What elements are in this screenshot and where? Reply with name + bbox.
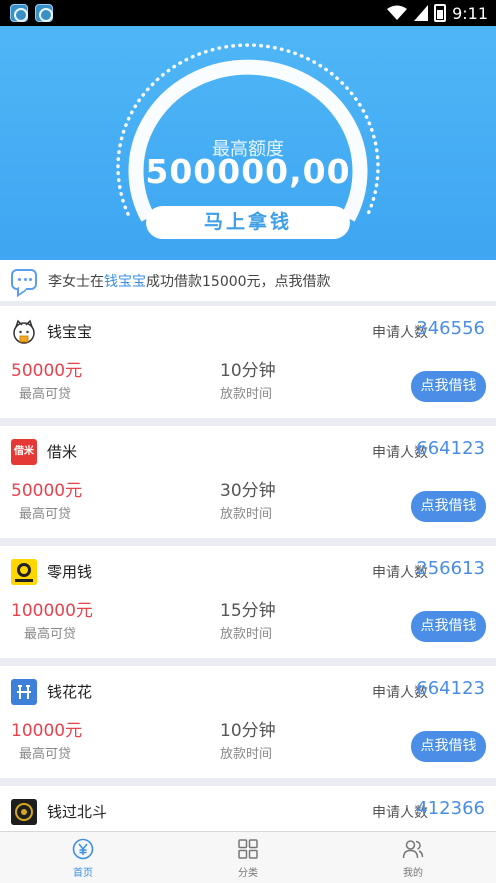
bottom-tab-bar: 首页 分类 我的 xyxy=(0,831,496,883)
borrow-button[interactable]: 点我借钱 xyxy=(411,491,486,522)
notice-highlight: 钱宝宝 xyxy=(104,274,146,290)
cat-logo-icon xyxy=(11,319,37,345)
apply-count: 346556 xyxy=(416,318,485,339)
apply-count: 256613 xyxy=(416,558,485,579)
payout-time: 30分钟 xyxy=(220,481,276,501)
hero-banner: 最高额度 500000,00 马上拿钱 xyxy=(0,26,496,260)
qianhuahua-logo-icon xyxy=(11,679,37,705)
product-card[interactable]: 钱过北斗 申请人数 412366 xyxy=(0,786,496,831)
wifi-icon xyxy=(387,5,408,20)
max-loan-amount: 50000元 xyxy=(11,481,83,501)
product-card[interactable]: 钱宝宝 申请人数 346556 50000元 最高可贷 10分钟 放款时间 点我… xyxy=(0,306,496,418)
signal-icon xyxy=(414,5,429,21)
apply-count: 412366 xyxy=(416,798,485,819)
borrow-button[interactable]: 点我借钱 xyxy=(411,611,486,642)
app-icon xyxy=(35,4,53,22)
notice-bar[interactable]: 李女士在钱宝宝成功借款15000元，点我借款 xyxy=(0,260,496,301)
product-name: 零用钱 xyxy=(47,563,93,581)
product-name: 钱花花 xyxy=(47,683,93,701)
notice-text: 李女士在钱宝宝成功借款15000元，点我借款 xyxy=(48,274,331,290)
chat-bubble-icon xyxy=(11,269,37,290)
users-icon xyxy=(402,840,424,859)
tab-label: 我的 xyxy=(403,868,423,879)
grid-icon xyxy=(238,839,258,859)
beidou-logo-icon xyxy=(11,799,37,825)
tab-mine[interactable]: 我的 xyxy=(330,832,496,883)
apply-count: 664123 xyxy=(416,678,485,699)
tab-category[interactable]: 分类 xyxy=(165,832,331,883)
status-bar: 9:11 xyxy=(0,0,496,26)
payout-time-label: 放款时间 xyxy=(220,747,273,762)
borrow-button[interactable]: 点我借钱 xyxy=(411,371,486,402)
app-icon xyxy=(10,4,28,22)
borrow-button[interactable]: 点我借钱 xyxy=(411,731,486,762)
max-loan-label: 最高可贷 xyxy=(18,747,71,762)
max-loan-amount: 50000元 xyxy=(11,361,83,381)
payout-time-label: 放款时间 xyxy=(220,387,273,402)
payout-time-label: 放款时间 xyxy=(220,627,273,642)
product-card[interactable]: 零用钱 申请人数 256613 100000元 最高可贷 15分钟 放款时间 点… xyxy=(0,546,496,658)
product-card[interactable]: 钱花花 申请人数 664123 10000元 最高可贷 10分钟 放款时间 点我… xyxy=(0,666,496,778)
payout-time-label: 放款时间 xyxy=(220,507,273,522)
get-money-button[interactable]: 马上拿钱 xyxy=(146,206,350,239)
tab-label: 首页 xyxy=(73,868,93,879)
payout-time: 10分钟 xyxy=(220,721,276,741)
max-loan-label: 最高可贷 xyxy=(18,507,71,522)
lingyongqian-logo-icon xyxy=(11,559,37,585)
status-time: 9:11 xyxy=(452,3,488,23)
payout-time: 10分钟 xyxy=(220,361,276,381)
product-name: 借米 xyxy=(47,443,78,461)
jiemi-logo-icon: 借米 xyxy=(11,439,37,465)
max-loan-amount: 100000元 xyxy=(11,601,93,621)
product-card[interactable]: 借米 借米 申请人数 664123 50000元 最高可贷 30分钟 放款时间 … xyxy=(0,426,496,538)
payout-time: 15分钟 xyxy=(220,601,276,621)
yuan-circle-icon xyxy=(72,838,94,860)
max-loan-label: 最高可贷 xyxy=(23,627,76,642)
battery-icon xyxy=(434,4,447,22)
tab-home[interactable]: 首页 xyxy=(0,832,166,883)
max-limit-amount: 500000,00 xyxy=(145,152,351,191)
tab-label: 分类 xyxy=(238,868,258,879)
apply-count: 664123 xyxy=(416,438,485,459)
product-name: 钱过北斗 xyxy=(47,803,108,821)
max-loan-label: 最高可贷 xyxy=(18,387,71,402)
max-loan-amount: 10000元 xyxy=(11,721,83,741)
product-name: 钱宝宝 xyxy=(47,323,93,341)
